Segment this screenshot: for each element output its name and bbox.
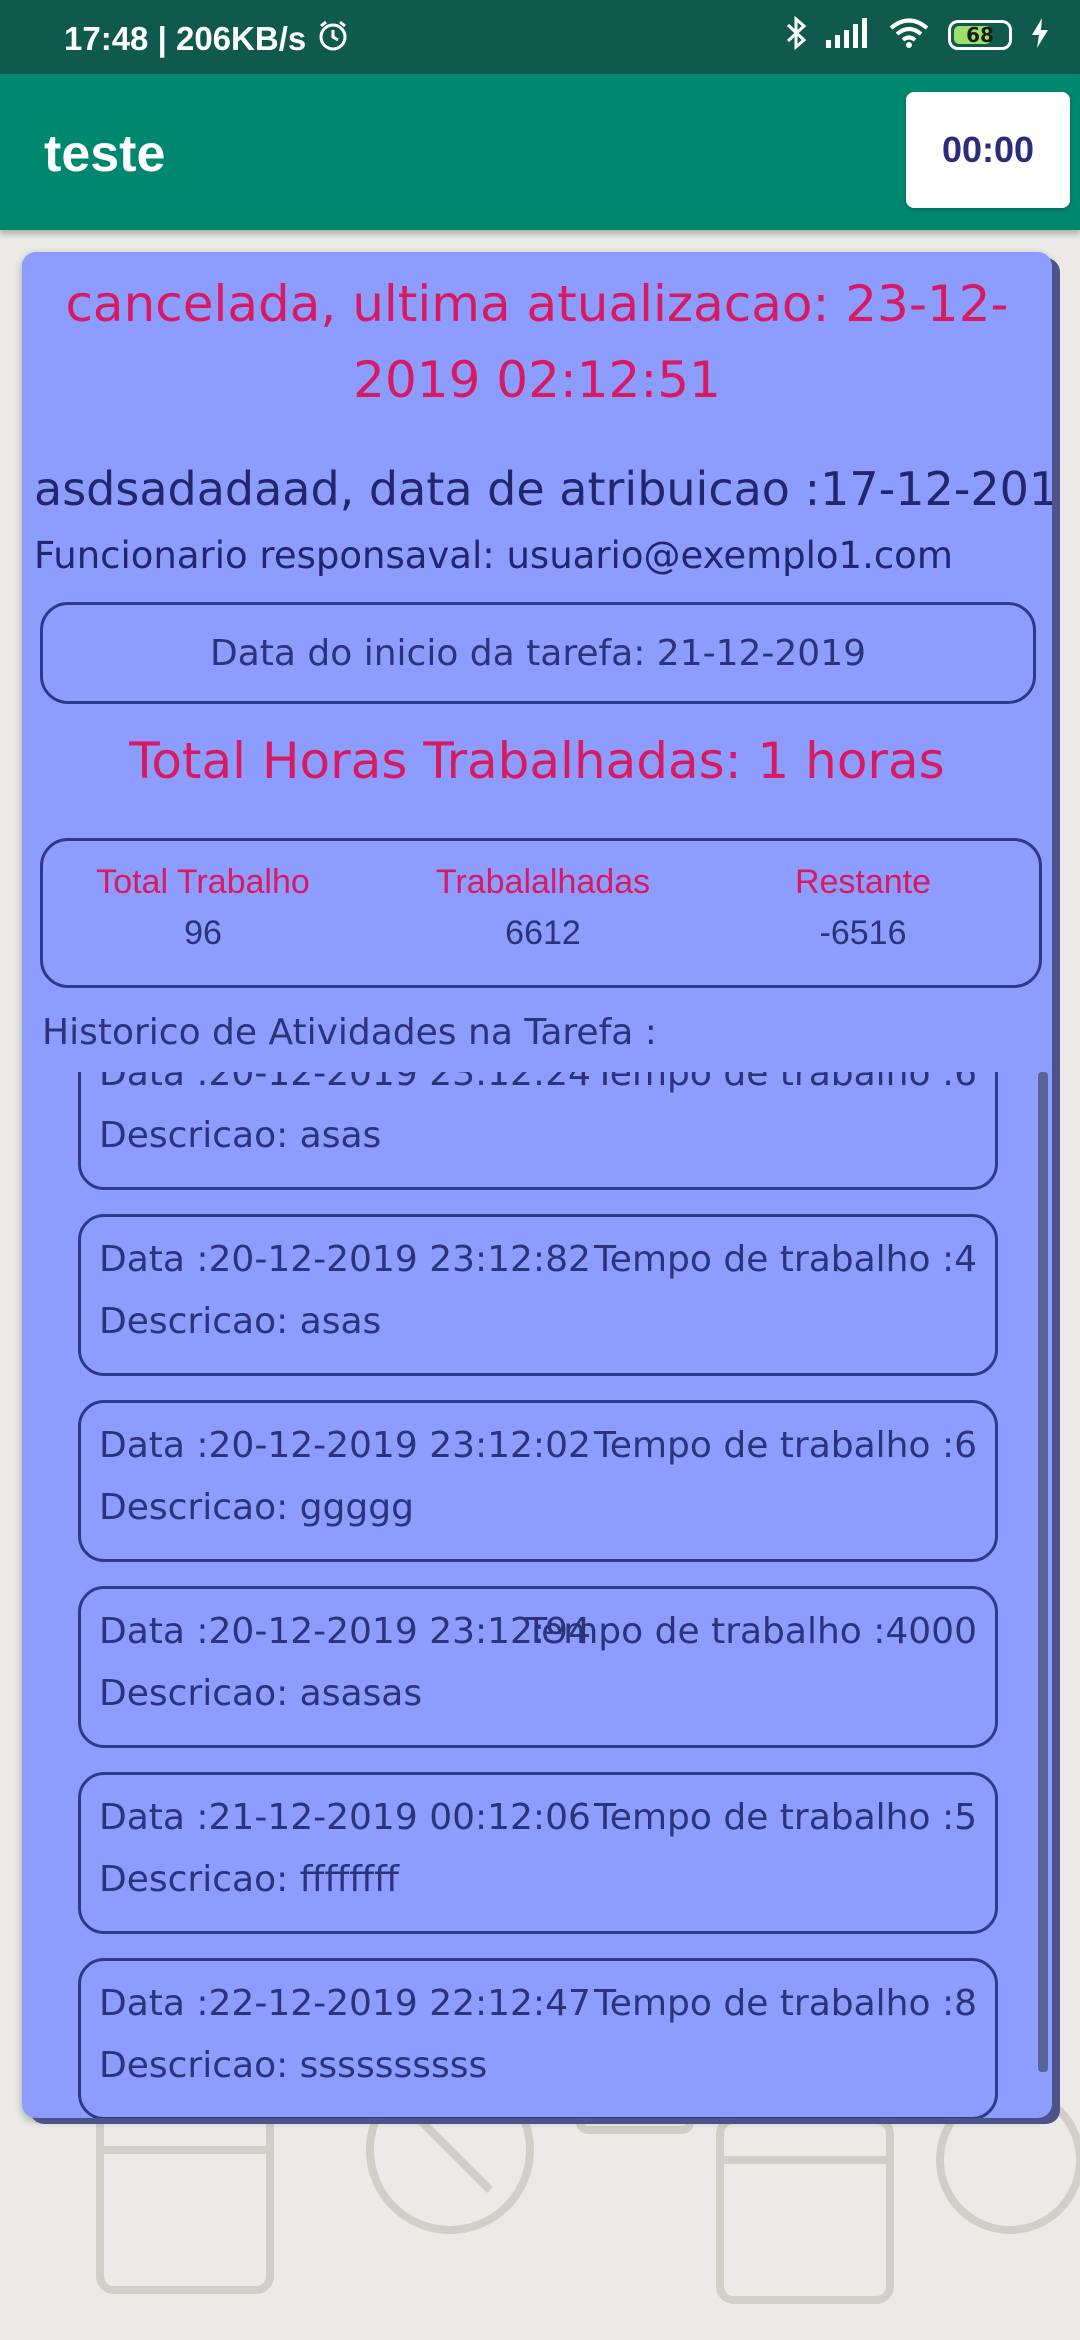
history-description: Descricao: ffffffff: [99, 1859, 399, 1900]
stat-value: 96: [184, 914, 222, 952]
history-date: Data :20-12-2019 23:12:82: [99, 1239, 591, 1280]
history-item[interactable]: Data :20-12-2019 23:12:02 Tempo de traba…: [78, 1400, 998, 1562]
stat-trabalhadas: Trabalalhadas 6612: [383, 863, 703, 953]
stat-total-trabalho: Total Trabalho 96: [43, 863, 363, 953]
history-description: Descricao: ggggg: [99, 1487, 414, 1528]
stat-label: Total Trabalho: [96, 863, 310, 901]
battery-level: 68: [966, 23, 994, 47]
task-card: cancelada, ultima atualizacao: 23-12-201…: [22, 252, 1052, 2118]
battery-icon: 68: [948, 20, 1012, 50]
status-bar: 17:48 | 206KB/s 68: [0, 0, 1080, 74]
history-item[interactable]: Data :20-12-2019 23:12:94 Tempo de traba…: [78, 1586, 998, 1748]
timer-button[interactable]: 00:00: [906, 92, 1070, 208]
history-description: Descricao: asasas: [99, 1673, 423, 1714]
history-date: Data :22-12-2019 22:12:47: [99, 1983, 591, 2024]
status-right: 68: [784, 15, 1050, 54]
task-assignment-line: asdsadadaad, data de atribuicao :17-12-2…: [34, 462, 1052, 516]
history-item[interactable]: Data :22-12-2019 22:12:47 Tempo de traba…: [78, 1958, 998, 2118]
history-date: Data :20-12-2019 23:12:24: [99, 1072, 591, 1094]
history-work-time: Tempo de trabalho :4: [593, 1239, 977, 1280]
history-item[interactable]: Data :20-12-2019 23:12:24 Tempo de traba…: [78, 1072, 998, 1190]
task-employee-line: Funcionario responsaval: usuario@exemplo…: [34, 534, 953, 577]
stat-label: Restante: [794, 863, 932, 901]
task-start-date: Data do inicio da tarefa: 21-12-2019: [209, 632, 866, 674]
history-work-time: Tempo de trabalho :4000: [525, 1611, 977, 1652]
alarm-icon: [316, 18, 350, 60]
signal-icon: [826, 18, 870, 52]
charging-icon: [1030, 18, 1050, 52]
status-time-speed: 17:48 | 206KB/s: [64, 20, 307, 57]
history-item[interactable]: Data :21-12-2019 00:12:06 Tempo de traba…: [78, 1772, 998, 1934]
history-date: Data :20-12-2019 23:12:94: [99, 1611, 591, 1652]
app-title: teste: [44, 125, 166, 183]
history-list[interactable]: Data :20-12-2019 23:12:24 Tempo de traba…: [22, 1072, 1052, 2118]
stat-value: -6516: [819, 914, 907, 952]
history-description: Descricao: ssssssssss: [99, 2045, 488, 2086]
history-date: Data :20-12-2019 23:12:02: [99, 1425, 591, 1466]
history-title: Historico de Atividades na Tarefa :: [42, 1012, 657, 1053]
history-work-time: Tempo de trabalho :6: [593, 1072, 977, 1094]
task-status-line: cancelada, ultima atualizacao: 23-12-201…: [65, 275, 1009, 409]
stat-restante: Restante -6516: [703, 863, 1023, 953]
history-work-time: Tempo de trabalho :6: [593, 1425, 977, 1466]
history-work-time: Tempo de trabalho :8: [593, 1983, 977, 2024]
stat-value: 6612: [505, 914, 581, 952]
total-hours-label: Total Horas Trabalhadas: 1 horas: [129, 732, 945, 790]
stats-box: Total Trabalho 96 Trabalalhadas 6612 Res…: [40, 838, 1042, 988]
history-date: Data :21-12-2019 00:12:06: [99, 1797, 591, 1838]
app-bar: teste 00:00: [0, 74, 1080, 230]
status-left: 17:48 | 206KB/s: [64, 18, 350, 60]
history-scrollbar[interactable]: [1038, 1072, 1048, 2072]
history-description: Descricao: asas: [99, 1301, 382, 1342]
wifi-icon: [888, 17, 930, 53]
history-description: Descricao: asas: [99, 1115, 382, 1156]
task-start-date-box: Data do inicio da tarefa: 21-12-2019: [40, 602, 1036, 704]
history-work-time: Tempo de trabalho :5: [593, 1797, 977, 1838]
stat-label: Trabalalhadas: [435, 863, 651, 901]
bluetooth-icon: [784, 15, 808, 54]
history-item[interactable]: Data :20-12-2019 23:12:82 Tempo de traba…: [78, 1214, 998, 1376]
